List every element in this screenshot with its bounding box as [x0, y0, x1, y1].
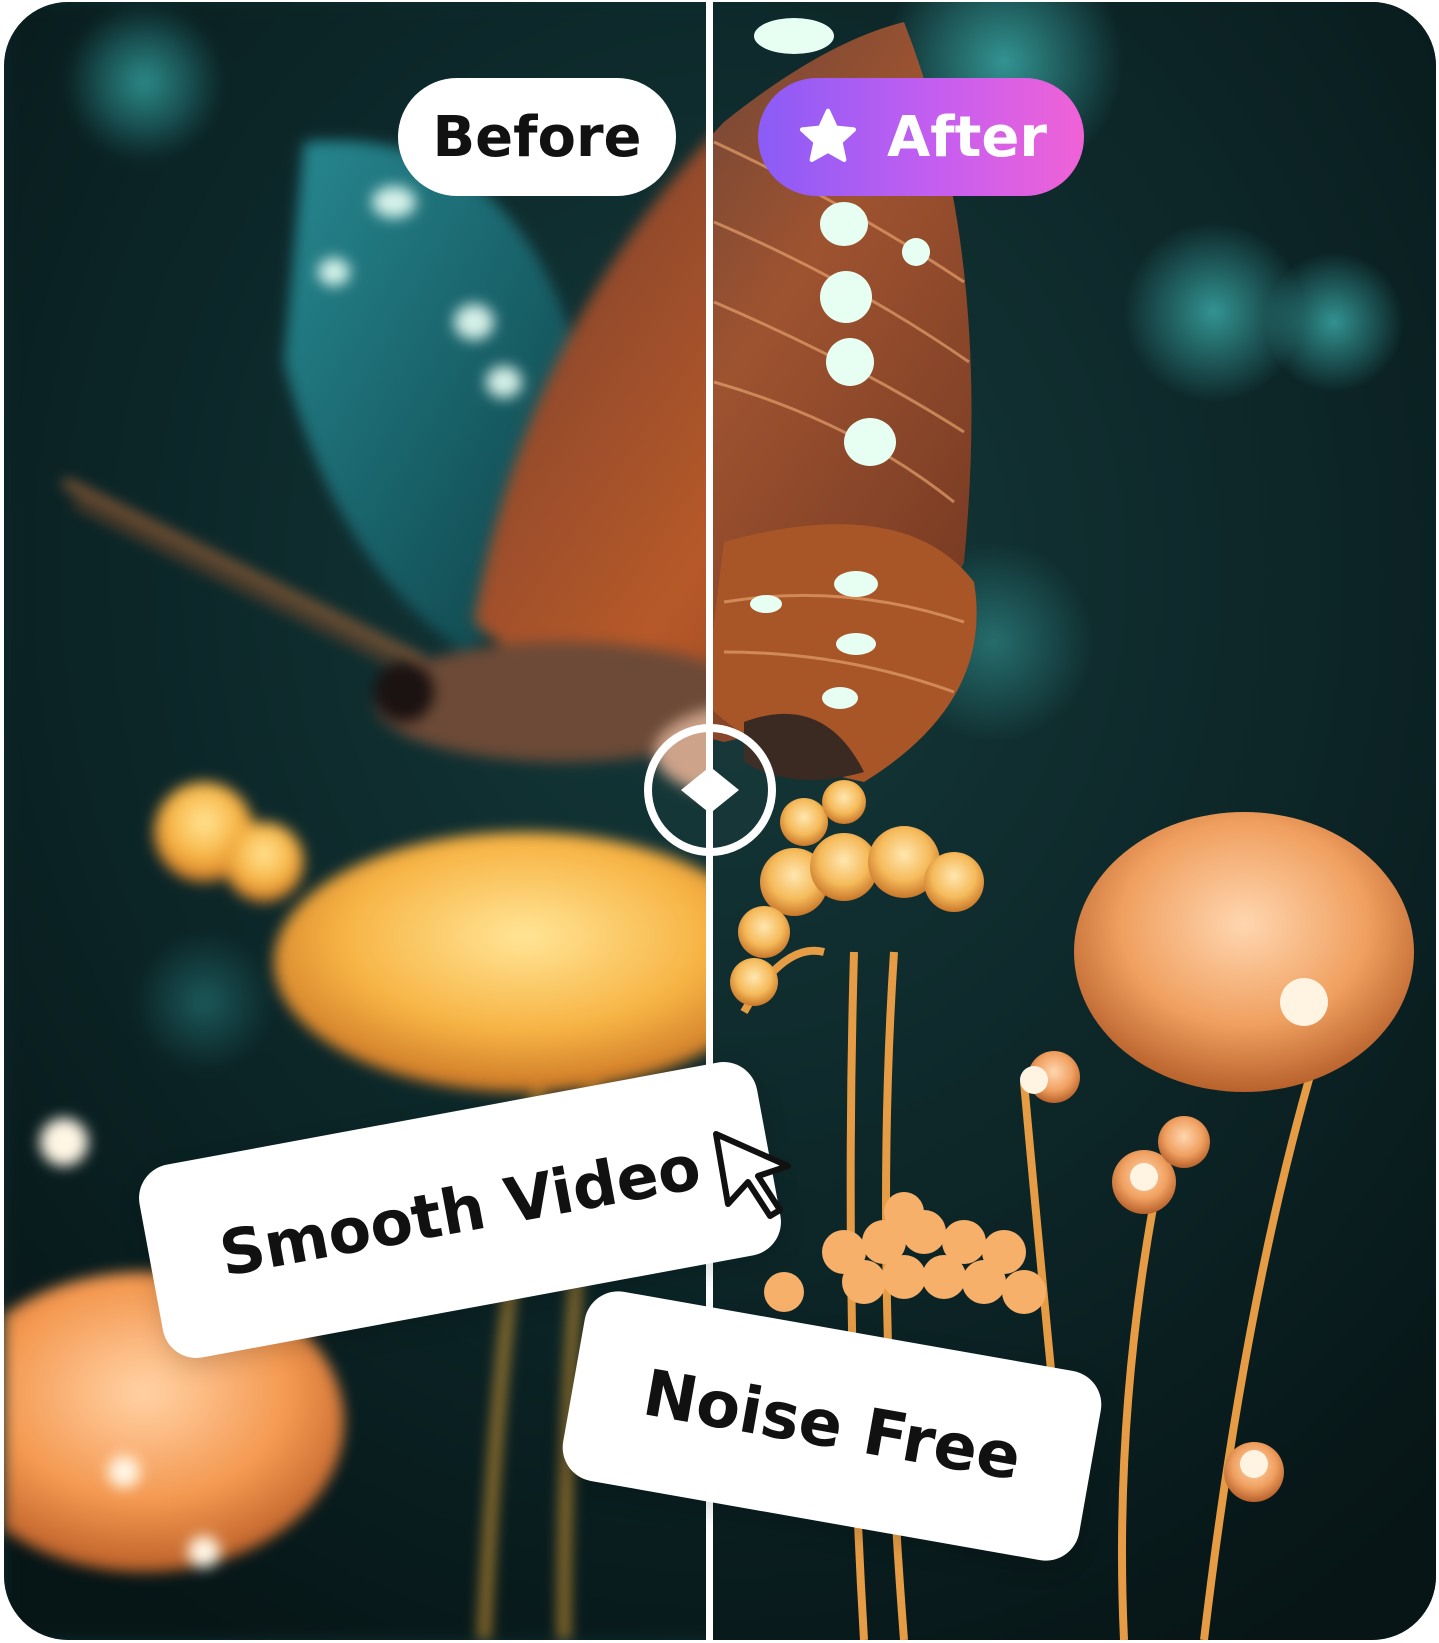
before-label: Before: [398, 78, 676, 196]
star-icon: [795, 104, 861, 170]
before-label-text: Before: [432, 104, 642, 170]
before-after-comparison: Before After Smooth Video Noise Free: [4, 2, 1436, 1640]
cursor-arrow-icon: [710, 1128, 802, 1220]
after-label-text: After: [886, 104, 1048, 170]
after-label: After: [758, 78, 1084, 196]
smooth-video-text: Smooth Video: [213, 1129, 707, 1291]
noise-free-text: Noise Free: [637, 1356, 1027, 1496]
left-right-arrows-icon: [681, 769, 739, 811]
slider-handle[interactable]: [644, 724, 776, 856]
